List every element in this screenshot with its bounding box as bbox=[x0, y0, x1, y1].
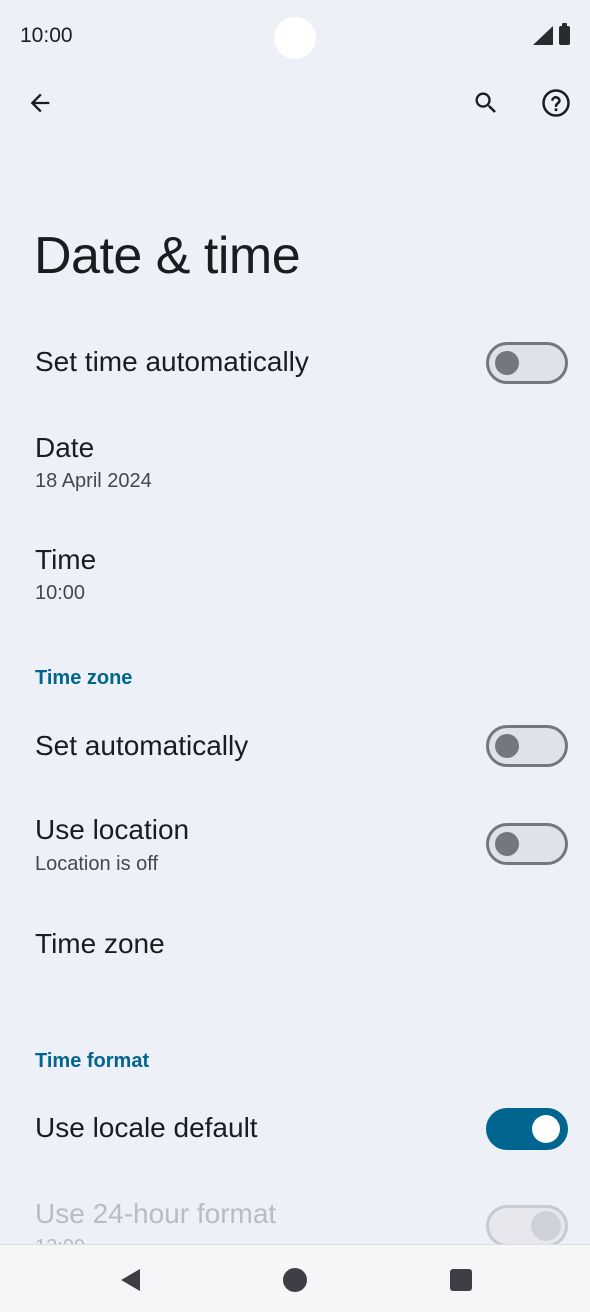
navigation-bar bbox=[0, 1244, 590, 1312]
use-24-hour-format-summary: 13:00 bbox=[35, 1236, 85, 1244]
set-automatically-row[interactable]: Set automatically bbox=[0, 712, 590, 778]
page-title: Date & time bbox=[34, 227, 301, 285]
set-automatically-label: Set automatically bbox=[35, 730, 249, 761]
status-bar: 10:00 bbox=[0, 0, 590, 72]
time-row[interactable]: Time 10:00 bbox=[0, 532, 590, 622]
use-24-hour-format-row: Use 24-hour format 13:00 bbox=[0, 1186, 590, 1244]
switch-thumb bbox=[532, 1115, 560, 1143]
time-zone-label: Time zone bbox=[35, 928, 165, 959]
search-button[interactable] bbox=[460, 77, 512, 129]
use-location-summary: Location is off bbox=[35, 853, 159, 875]
date-label: Date bbox=[35, 432, 95, 463]
section-header-time-format: Time format bbox=[35, 1050, 150, 1072]
nav-recents-square-icon[interactable] bbox=[447, 1265, 477, 1295]
nav-back-triangle-icon[interactable] bbox=[116, 1265, 146, 1295]
battery-icon bbox=[559, 23, 570, 45]
time-label: Time bbox=[35, 544, 97, 575]
switch-thumb bbox=[495, 351, 519, 375]
use-location-switch[interactable] bbox=[486, 823, 568, 865]
status-icons bbox=[533, 23, 570, 45]
arrow-back-icon bbox=[30, 93, 50, 113]
time-value: 10:00 bbox=[35, 582, 86, 604]
status-time: 10:00 bbox=[20, 24, 73, 47]
use-location-label: Use location bbox=[35, 814, 190, 845]
use-locale-default-row[interactable]: Use locale default bbox=[0, 1096, 590, 1162]
date-row[interactable]: Date 18 April 2024 bbox=[0, 420, 590, 510]
set-time-automatically-row[interactable]: Set time automatically bbox=[0, 330, 590, 396]
section-header-time-zone: Time zone bbox=[35, 667, 133, 689]
set-time-automatically-switch[interactable] bbox=[486, 342, 568, 384]
set-automatically-switch[interactable] bbox=[486, 725, 568, 767]
search-icon bbox=[475, 92, 496, 113]
use-location-row[interactable]: Use location Location is off bbox=[0, 804, 590, 890]
signal-icon bbox=[533, 26, 553, 45]
date-value: 18 April 2024 bbox=[35, 470, 152, 492]
help-circle-icon bbox=[542, 89, 570, 117]
camera-cutout bbox=[274, 17, 316, 59]
use-24-hour-format-switch bbox=[486, 1205, 568, 1244]
back-button[interactable] bbox=[14, 77, 66, 129]
nav-home-circle-icon[interactable] bbox=[282, 1265, 312, 1295]
help-button[interactable] bbox=[530, 77, 582, 129]
app-bar bbox=[0, 74, 590, 134]
switch-thumb bbox=[495, 832, 519, 856]
switch-thumb bbox=[495, 734, 519, 758]
time-zone-row[interactable]: Time zone bbox=[0, 910, 590, 980]
use-locale-default-label: Use locale default bbox=[35, 1112, 258, 1143]
settings-screen: 10:00 Date & time Set time automatically… bbox=[0, 0, 590, 1312]
use-24-hour-format-label: Use 24-hour format bbox=[35, 1198, 277, 1229]
use-locale-default-switch[interactable] bbox=[486, 1108, 568, 1150]
set-time-automatically-label: Set time automatically bbox=[35, 346, 309, 377]
switch-thumb bbox=[531, 1211, 561, 1241]
